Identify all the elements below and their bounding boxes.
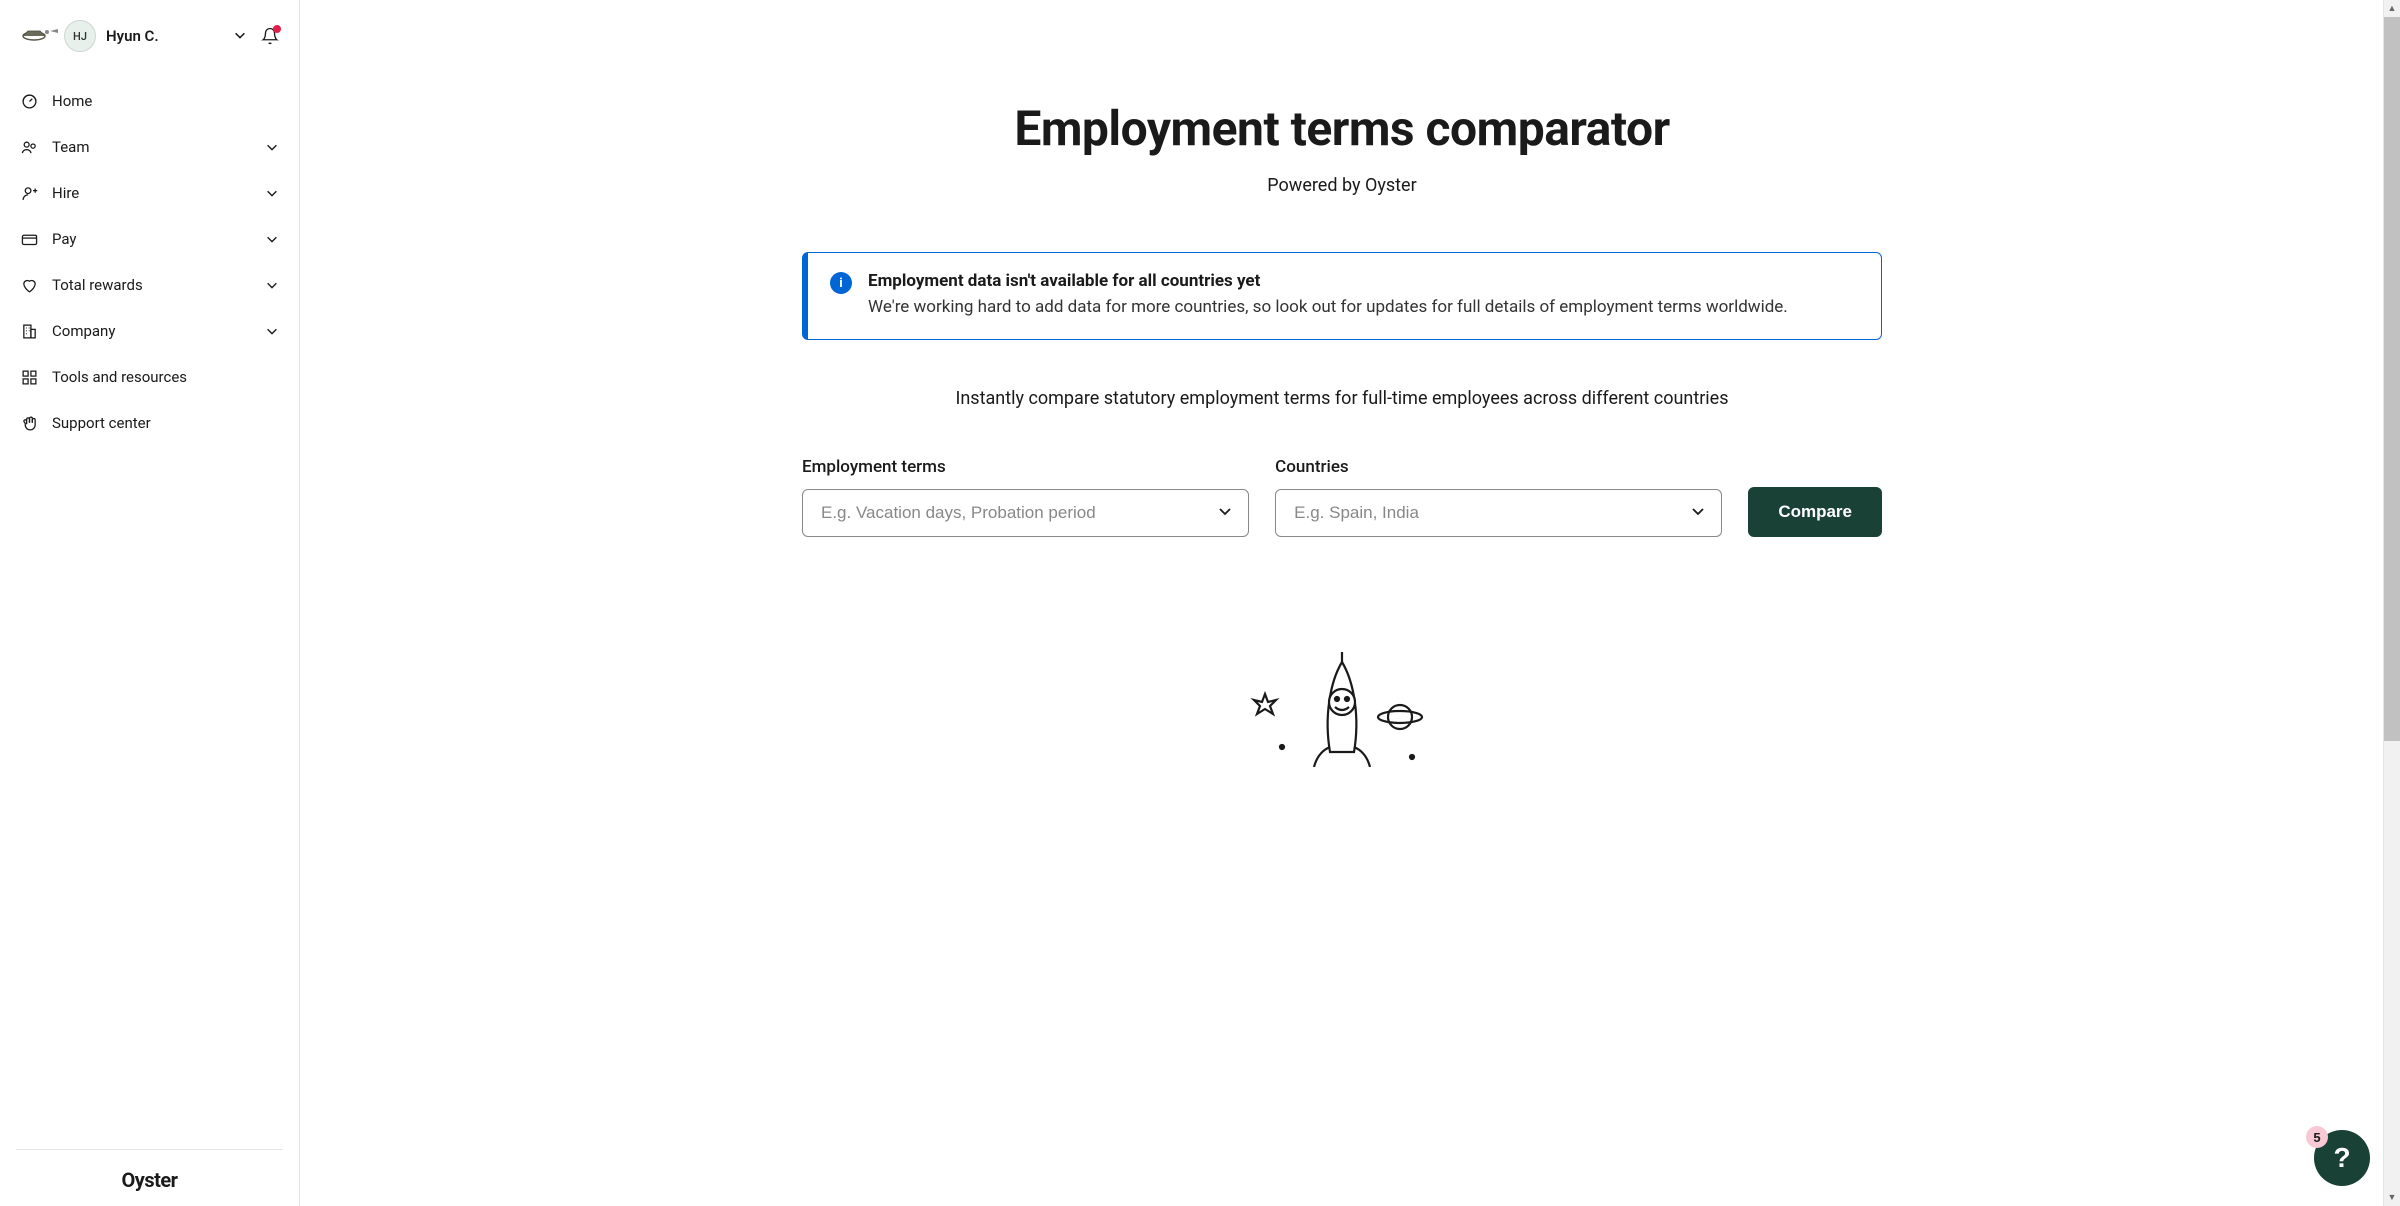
- pay-icon: [20, 230, 38, 248]
- sidebar: HJ Hyun C. Home: [0, 0, 300, 1206]
- user-menu-chevron-icon[interactable]: [233, 27, 247, 46]
- sidebar-item-label: Hire: [52, 184, 251, 202]
- scrollbar-up-arrow-icon[interactable]: ▲: [2384, 0, 2400, 17]
- sidebar-item-label: Team: [52, 138, 251, 156]
- help-button[interactable]: 5 ?: [2314, 1130, 2370, 1186]
- sidebar-item-support-center[interactable]: Support center: [20, 414, 279, 432]
- sidebar-item-tools-resources[interactable]: Tools and resources: [20, 368, 279, 386]
- countries-field-group: Countries: [1275, 457, 1722, 537]
- comparator-form: Employment terms Countries: [802, 457, 1882, 537]
- notifications-button[interactable]: [261, 27, 279, 45]
- sidebar-item-label: Home: [52, 92, 279, 110]
- sidebar-item-pay[interactable]: Pay: [20, 230, 279, 248]
- info-icon: i: [830, 272, 852, 294]
- sidebar-item-total-rewards[interactable]: Total rewards: [20, 276, 279, 294]
- page-description: Instantly compare statutory employment t…: [955, 388, 1728, 409]
- countries-label: Countries: [1275, 457, 1722, 477]
- sidebar-item-company[interactable]: Company: [20, 322, 279, 340]
- countries-select[interactable]: [1275, 489, 1722, 537]
- hand-icon: [20, 414, 38, 432]
- sidebar-footer: Oyster: [16, 1149, 283, 1206]
- chevron-down-icon: [265, 278, 279, 292]
- employment-terms-field-group: Employment terms: [802, 457, 1249, 537]
- company-logo: [20, 24, 60, 49]
- sidebar-item-hire[interactable]: Hire: [20, 184, 279, 202]
- user-name: Hyun C.: [106, 27, 223, 45]
- scrollbar[interactable]: ▲ ▼: [2383, 0, 2400, 1206]
- sidebar-item-label: Support center: [52, 414, 279, 432]
- info-banner: i Employment data isn't available for al…: [802, 252, 1882, 340]
- brand-logo: Oyster: [16, 1168, 283, 1192]
- sidebar-item-home[interactable]: Home: [20, 92, 279, 110]
- question-mark-icon: ?: [2333, 1142, 2350, 1174]
- building-icon: [20, 322, 38, 340]
- compare-button[interactable]: Compare: [1748, 487, 1882, 537]
- employment-terms-select[interactable]: [802, 489, 1249, 537]
- sidebar-item-label: Pay: [52, 230, 251, 248]
- info-banner-body: We're working hard to add data for more …: [868, 295, 1788, 321]
- sidebar-item-label: Company: [52, 322, 251, 340]
- info-banner-title: Employment data isn't available for all …: [868, 271, 1788, 291]
- sidebar-nav: Home Team Hire: [16, 92, 283, 432]
- heart-icon: [20, 276, 38, 294]
- user-avatar[interactable]: HJ: [64, 20, 96, 52]
- help-badge: 5: [2306, 1126, 2328, 1148]
- notification-dot-icon: [273, 25, 281, 33]
- main-content: Employment terms comparator Powered by O…: [300, 0, 2400, 1206]
- scrollbar-thumb[interactable]: [2384, 17, 2400, 741]
- sidebar-header: HJ Hyun C.: [16, 20, 283, 52]
- page-title: Employment terms comparator: [1014, 100, 1669, 157]
- hire-icon: [20, 184, 38, 202]
- chevron-down-icon: [265, 324, 279, 338]
- employment-terms-label: Employment terms: [802, 457, 1249, 477]
- sidebar-item-label: Total rewards: [52, 276, 251, 294]
- page-subtitle: Powered by Oyster: [1267, 175, 1416, 196]
- chevron-down-icon: [265, 140, 279, 154]
- grid-icon: [20, 368, 38, 386]
- chevron-down-icon: [265, 186, 279, 200]
- team-icon: [20, 138, 38, 156]
- sidebar-item-label: Tools and resources: [52, 368, 279, 386]
- chevron-down-icon: [265, 232, 279, 246]
- scrollbar-down-arrow-icon[interactable]: ▼: [2384, 1189, 2400, 1206]
- home-icon: [20, 92, 38, 110]
- rocket-illustration: [1222, 647, 1462, 767]
- sidebar-item-team[interactable]: Team: [20, 138, 279, 156]
